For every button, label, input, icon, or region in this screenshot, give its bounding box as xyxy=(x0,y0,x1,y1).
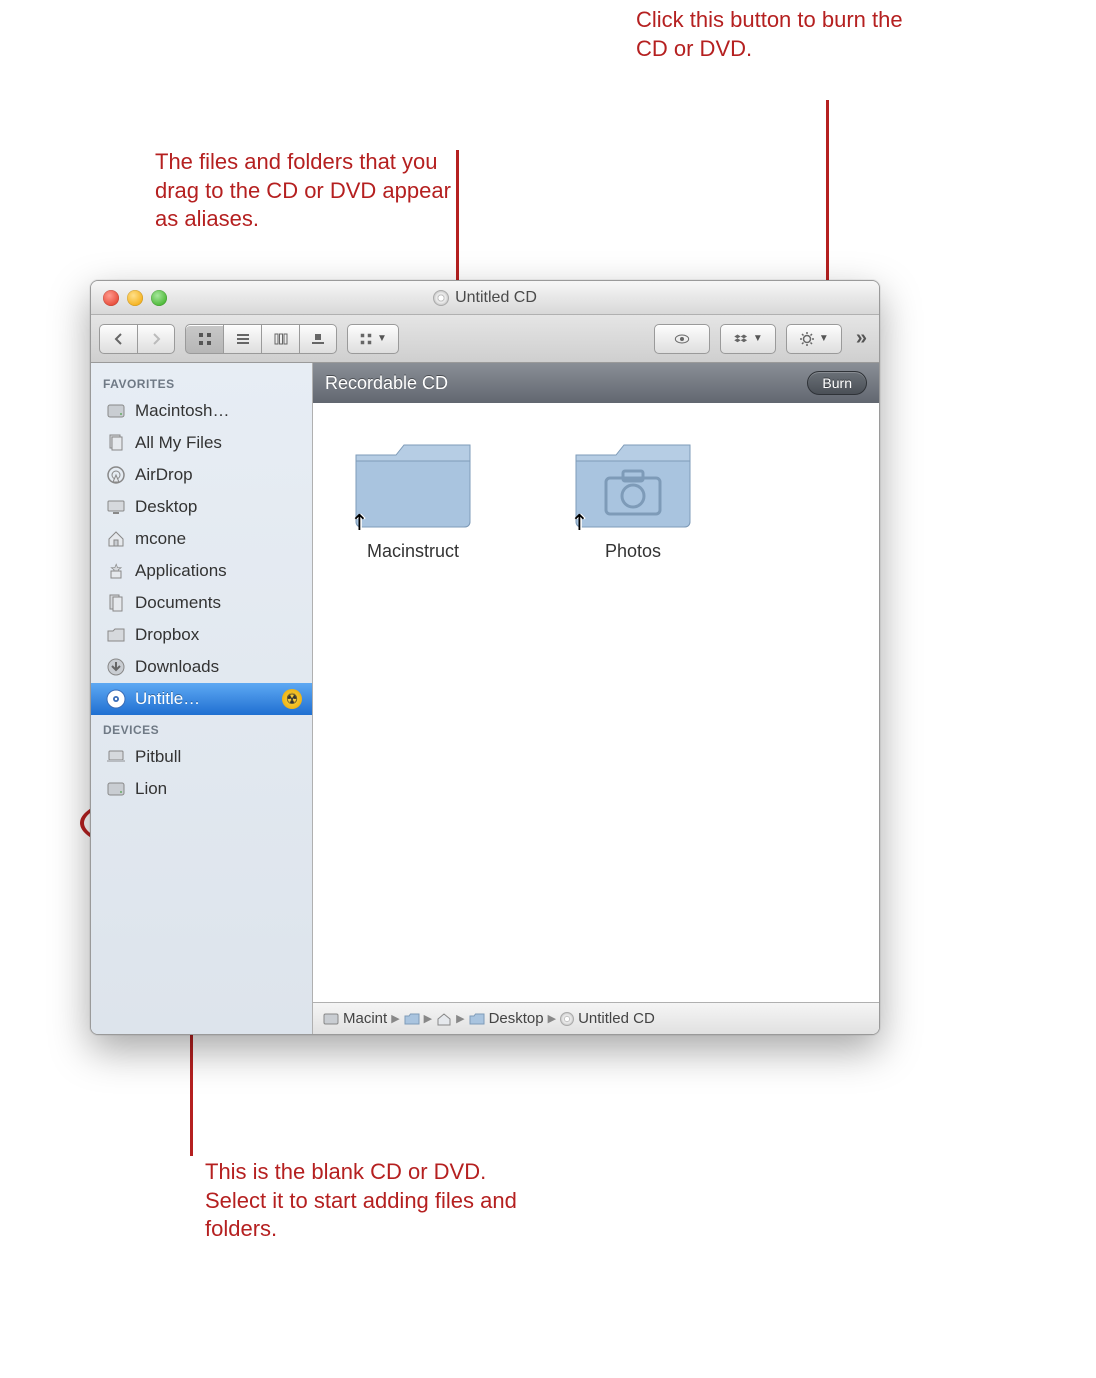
sidebar-item-applications[interactable]: Applications xyxy=(91,555,312,587)
hdd-icon xyxy=(105,400,127,422)
view-group xyxy=(185,324,337,354)
laptop-icon xyxy=(105,746,127,768)
airdrop-icon xyxy=(105,464,127,486)
apps-icon xyxy=(105,560,127,582)
coverflow-view-button[interactable] xyxy=(299,324,337,354)
sidebar-item-label: Lion xyxy=(135,779,167,799)
docs-icon xyxy=(105,592,127,614)
traffic-lights xyxy=(103,290,167,306)
sidebar-item-label: mcone xyxy=(135,529,186,549)
hdd-icon xyxy=(105,778,127,800)
titlebar[interactable]: Untitled CD xyxy=(91,281,879,315)
sidebar-item-desktop[interactable]: Desktop xyxy=(91,491,312,523)
sidebar-item-all-my-files[interactable]: All My Files xyxy=(91,427,312,459)
folder-label: Photos xyxy=(605,541,661,562)
hdd-icon xyxy=(323,1012,339,1026)
folder-icon xyxy=(105,624,127,646)
path-label: Untitled CD xyxy=(578,1010,655,1027)
disc-icon xyxy=(433,290,449,306)
annotation-aliases: The files and folders that you drag to t… xyxy=(155,148,475,234)
burn-badge-icon[interactable]: ☢ xyxy=(282,689,302,709)
folder-item-macinstruct[interactable]: ↗ Macinstruct xyxy=(343,433,483,562)
sidebar-item-untitled-cd[interactable]: Untitle… ☢ xyxy=(91,683,312,715)
sidebar-item-label: AirDrop xyxy=(135,465,193,485)
quicklook-button[interactable] xyxy=(654,324,710,354)
home-icon xyxy=(105,528,127,550)
annotation-burn: Click this button to burn the CD or DVD. xyxy=(636,6,916,63)
folder-icon xyxy=(404,1012,420,1026)
path-separator-icon: ▶ xyxy=(424,1012,432,1025)
toolbar: ▼ ▼ ▼ » xyxy=(91,315,879,363)
sidebar-item-label: Desktop xyxy=(135,497,197,517)
disc-icon xyxy=(560,1012,574,1026)
close-button[interactable] xyxy=(103,290,119,306)
path-item-untitled-cd[interactable]: Untitled CD xyxy=(560,1010,655,1027)
nav-group xyxy=(99,324,175,354)
folder-icon: ↗ xyxy=(348,433,478,533)
icon-view-button[interactable] xyxy=(185,324,223,354)
dropbox-button[interactable]: ▼ xyxy=(720,324,776,354)
home-icon xyxy=(436,1012,452,1026)
column-view-button[interactable] xyxy=(261,324,299,354)
folder-icon xyxy=(469,1012,485,1026)
folder-item-photos[interactable]: ↗ Photos xyxy=(563,433,703,562)
allfiles-icon xyxy=(105,432,127,454)
path-item-users[interactable] xyxy=(404,1012,420,1026)
desktop-icon xyxy=(105,496,127,518)
folder-label: Macinstruct xyxy=(367,541,459,562)
sidebar-item-airdrop[interactable]: AirDrop xyxy=(91,459,312,491)
path-label: Desktop xyxy=(489,1010,544,1027)
window-title: Untitled CD xyxy=(433,289,537,307)
path-item-desktop[interactable]: Desktop xyxy=(469,1010,544,1027)
path-separator-icon: ▶ xyxy=(391,1012,399,1025)
burn-button[interactable]: Burn xyxy=(807,371,867,395)
minimize-button[interactable] xyxy=(127,290,143,306)
forward-button[interactable] xyxy=(137,324,175,354)
arrange-button[interactable]: ▼ xyxy=(347,324,399,354)
sidebar-item-lion[interactable]: Lion xyxy=(91,773,312,805)
folder-icon: ↗ xyxy=(568,433,698,533)
sidebar: FAVORITES Macintosh… All My Files AirDro… xyxy=(91,363,313,1034)
back-button[interactable] xyxy=(99,324,137,354)
path-separator-icon: ▶ xyxy=(456,1012,464,1025)
annotation-select-disc: This is the blank CD or DVD. Select it t… xyxy=(205,1158,545,1244)
sidebar-item-macintosh-hd[interactable]: Macintosh… xyxy=(91,395,312,427)
sidebar-favorites-header: FAVORITES xyxy=(91,369,312,395)
window-title-text: Untitled CD xyxy=(455,289,537,307)
sidebar-item-label: Downloads xyxy=(135,657,219,677)
disc-icon xyxy=(105,688,127,710)
icon-view-area[interactable]: ↗ Macinstruct xyxy=(313,403,879,1002)
zoom-button[interactable] xyxy=(151,290,167,306)
sidebar-item-home[interactable]: mcone xyxy=(91,523,312,555)
main-pane: Recordable CD Burn ↗ Macinstruct xyxy=(313,363,879,1034)
action-button[interactable]: ▼ xyxy=(786,324,842,354)
sidebar-item-label: Applications xyxy=(135,561,227,581)
sidebar-item-label: Untitle… xyxy=(135,689,200,709)
finder-window: Untitled CD ▼ ▼ xyxy=(90,280,880,1035)
sidebar-item-label: Dropbox xyxy=(135,625,199,645)
window-body: FAVORITES Macintosh… All My Files AirDro… xyxy=(91,363,879,1034)
content-header-title: Recordable CD xyxy=(325,373,448,394)
sidebar-item-label: Macintosh… xyxy=(135,401,229,421)
sidebar-item-label: All My Files xyxy=(135,433,222,453)
path-item-macintosh[interactable]: Macint xyxy=(323,1010,387,1027)
sidebar-devices-header: DEVICES xyxy=(91,715,312,741)
path-item-home[interactable] xyxy=(436,1012,452,1026)
sidebar-item-documents[interactable]: Documents xyxy=(91,587,312,619)
sidebar-item-dropbox[interactable]: Dropbox xyxy=(91,619,312,651)
sidebar-item-label: Documents xyxy=(135,593,221,613)
path-label: Macint xyxy=(343,1010,387,1027)
toolbar-overflow-icon[interactable]: » xyxy=(852,327,871,350)
sidebar-item-pitbull[interactable]: Pitbull xyxy=(91,741,312,773)
list-view-button[interactable] xyxy=(223,324,261,354)
annotated-screenshot: Click this button to burn the CD or DVD.… xyxy=(0,0,1096,1378)
sidebar-item-label: Pitbull xyxy=(135,747,181,767)
path-separator-icon: ▶ xyxy=(548,1012,556,1025)
downloads-icon xyxy=(105,656,127,678)
sidebar-item-downloads[interactable]: Downloads xyxy=(91,651,312,683)
content-header: Recordable CD Burn xyxy=(313,363,879,403)
path-bar[interactable]: Macint ▶ ▶ ▶ Desktop ▶ xyxy=(313,1002,879,1034)
